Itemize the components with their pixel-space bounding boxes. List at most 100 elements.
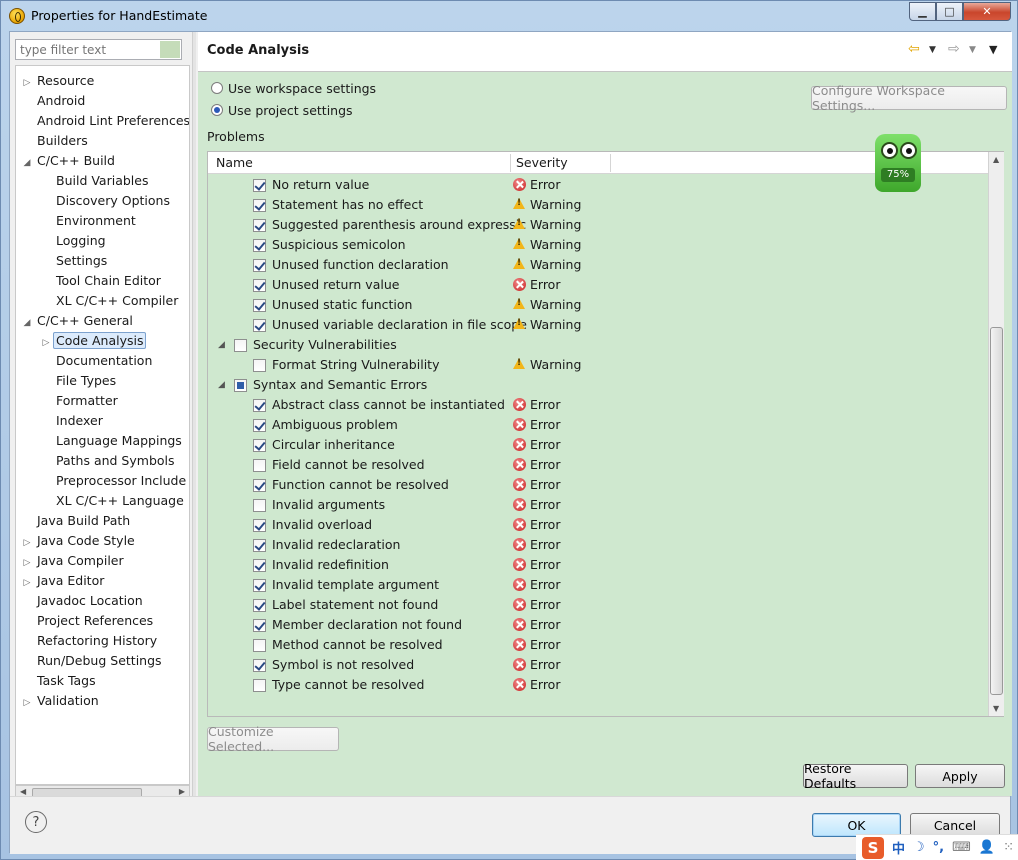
column-divider[interactable] — [610, 154, 611, 172]
view-menu-icon[interactable]: ▼ — [989, 43, 997, 56]
punctuation-icon[interactable]: °, — [933, 840, 944, 855]
severity-value[interactable]: Error — [530, 435, 560, 455]
tree-item[interactable]: Android Lint Preferences — [20, 111, 189, 131]
problem-row[interactable]: Unused static function Warning — [208, 295, 988, 315]
use-workspace-settings-radio[interactable]: Use workspace settings — [211, 79, 376, 97]
severity-value[interactable]: Error — [530, 415, 560, 435]
tree-item[interactable]: XL C/C++ Language — [39, 491, 187, 511]
column-header-name[interactable]: Name — [216, 155, 253, 170]
problem-row[interactable]: Ambiguous problem Error — [208, 415, 988, 435]
collapsed-arrow-icon[interactable]: ▷ — [20, 553, 34, 573]
problem-row[interactable]: Field cannot be resolved Error — [208, 455, 988, 475]
radio-circle[interactable] — [211, 104, 223, 116]
back-arrow-icon[interactable]: ⇦ — [908, 41, 920, 57]
problem-row[interactable]: Function cannot be resolved Error — [208, 475, 988, 495]
checkbox[interactable] — [253, 419, 266, 432]
severity-value[interactable]: Warning — [530, 355, 581, 375]
problem-row[interactable]: Unused variable declaration in file scop… — [208, 315, 988, 335]
expanded-arrow-icon[interactable]: ◢ — [20, 313, 34, 333]
tree-item[interactable]: Run/Debug Settings — [20, 651, 165, 671]
configure-workspace-settings-button[interactable]: Configure Workspace Settings... — [811, 83, 1007, 113]
severity-value[interactable]: Warning — [530, 215, 581, 235]
tree-item[interactable]: ▷ Code Analysis — [39, 331, 147, 353]
tree-item[interactable]: Java Build Path — [20, 511, 133, 531]
severity-value[interactable]: Error — [530, 635, 560, 655]
checkbox[interactable] — [253, 219, 266, 232]
problem-row[interactable]: Method cannot be resolved Error — [208, 635, 988, 655]
problem-row[interactable]: Symbol is not resolved Error — [208, 655, 988, 675]
severity-value[interactable]: Warning — [530, 195, 581, 215]
tree-item[interactable]: Formatter — [39, 391, 121, 411]
maximize-button[interactable]: □ — [936, 2, 963, 21]
severity-value[interactable]: Error — [530, 455, 560, 475]
severity-value[interactable]: Error — [530, 655, 560, 675]
checkbox[interactable] — [253, 359, 266, 372]
severity-value[interactable]: Error — [530, 475, 560, 495]
tree-item[interactable]: Builders — [20, 131, 91, 151]
problem-row[interactable]: Invalid overload Error — [208, 515, 988, 535]
checkbox[interactable] — [253, 599, 266, 612]
tree-item[interactable]: Settings — [39, 251, 110, 271]
checkbox[interactable] — [234, 379, 247, 392]
problem-row[interactable]: Member declaration not found Error — [208, 615, 988, 635]
tree-item[interactable]: Javadoc Location — [20, 591, 146, 611]
checkbox[interactable] — [253, 439, 266, 452]
tree-item[interactable]: ▷ Java Compiler — [20, 551, 127, 571]
tree-item[interactable]: ◢ C/C++ General — [20, 311, 136, 331]
severity-value[interactable]: Error — [530, 275, 560, 295]
problem-row[interactable]: Label statement not found Error — [208, 595, 988, 615]
tree-item[interactable]: Environment — [39, 211, 139, 231]
close-window-button[interactable]: ✕ — [963, 2, 1011, 21]
forward-arrow-icon[interactable]: ⇨ — [948, 41, 960, 57]
checkbox[interactable] — [234, 339, 247, 352]
radio-circle[interactable] — [211, 82, 223, 94]
tree-item[interactable]: Logging — [39, 231, 109, 251]
scroll-right-icon[interactable]: ▶ — [179, 787, 185, 796]
problem-row[interactable]: Suggested parenthesis around expressicWa… — [208, 215, 988, 235]
checkbox[interactable] — [253, 319, 266, 332]
tree-item[interactable]: Refactoring History — [20, 631, 160, 651]
tree-item[interactable]: ◢ C/C++ Build — [20, 151, 118, 171]
checkbox[interactable] — [253, 559, 266, 572]
checkbox[interactable] — [253, 479, 266, 492]
tree-item[interactable]: File Types — [39, 371, 119, 391]
checkbox[interactable] — [253, 539, 266, 552]
tree-item[interactable]: ▷ Java Code Style — [20, 531, 138, 551]
severity-value[interactable]: Error — [530, 395, 560, 415]
scroll-up-icon[interactable]: ▲ — [993, 155, 999, 164]
collapsed-arrow-icon[interactable]: ▷ — [20, 533, 34, 553]
chinese-mode-icon[interactable]: 中 — [892, 838, 905, 857]
severity-value[interactable]: Error — [530, 675, 560, 695]
problem-category-row[interactable]: ◢ Security Vulnerabilities — [208, 335, 988, 355]
collapsed-arrow-icon[interactable]: ▷ — [39, 333, 53, 353]
title-bar[interactable]: Properties for HandEstimate ▁ □ ✕ — [1, 1, 1017, 31]
severity-value[interactable]: Error — [530, 555, 560, 575]
tree-item[interactable]: Task Tags — [20, 671, 99, 691]
checkbox[interactable] — [253, 299, 266, 312]
tree-item[interactable]: Documentation — [39, 351, 155, 371]
sogou-logo-icon[interactable]: S — [862, 836, 884, 859]
minimize-button[interactable]: ▁ — [909, 2, 936, 21]
tree-item[interactable]: Discovery Options — [39, 191, 173, 211]
severity-value[interactable]: Error — [530, 575, 560, 595]
column-divider[interactable] — [510, 154, 511, 172]
severity-value[interactable]: Warning — [530, 235, 581, 255]
problem-row[interactable]: Invalid redefinition Error — [208, 555, 988, 575]
mascot-widget[interactable]: 75% — [865, 128, 931, 202]
column-header-severity[interactable]: Severity — [516, 155, 568, 170]
problem-category-row[interactable]: ◢ Syntax and Semantic Errors — [208, 375, 988, 395]
tree-item[interactable]: Indexer — [39, 411, 106, 431]
severity-value[interactable]: Error — [530, 515, 560, 535]
severity-value[interactable]: Error — [530, 535, 560, 555]
problem-row[interactable]: Format String Vulnerability Warning — [208, 355, 988, 375]
severity-value[interactable]: Error — [530, 175, 560, 195]
expanded-arrow-icon[interactable]: ◢ — [218, 335, 225, 355]
collapsed-arrow-icon[interactable]: ▷ — [20, 693, 34, 713]
tree-item[interactable]: Build Variables — [39, 171, 151, 191]
help-icon[interactable]: ? — [25, 811, 47, 833]
severity-value[interactable]: Error — [530, 495, 560, 515]
severity-value[interactable]: Error — [530, 595, 560, 615]
checkbox[interactable] — [253, 619, 266, 632]
problem-row[interactable]: Invalid template argument Error — [208, 575, 988, 595]
forward-dropdown-icon[interactable]: ▼ — [969, 45, 976, 55]
